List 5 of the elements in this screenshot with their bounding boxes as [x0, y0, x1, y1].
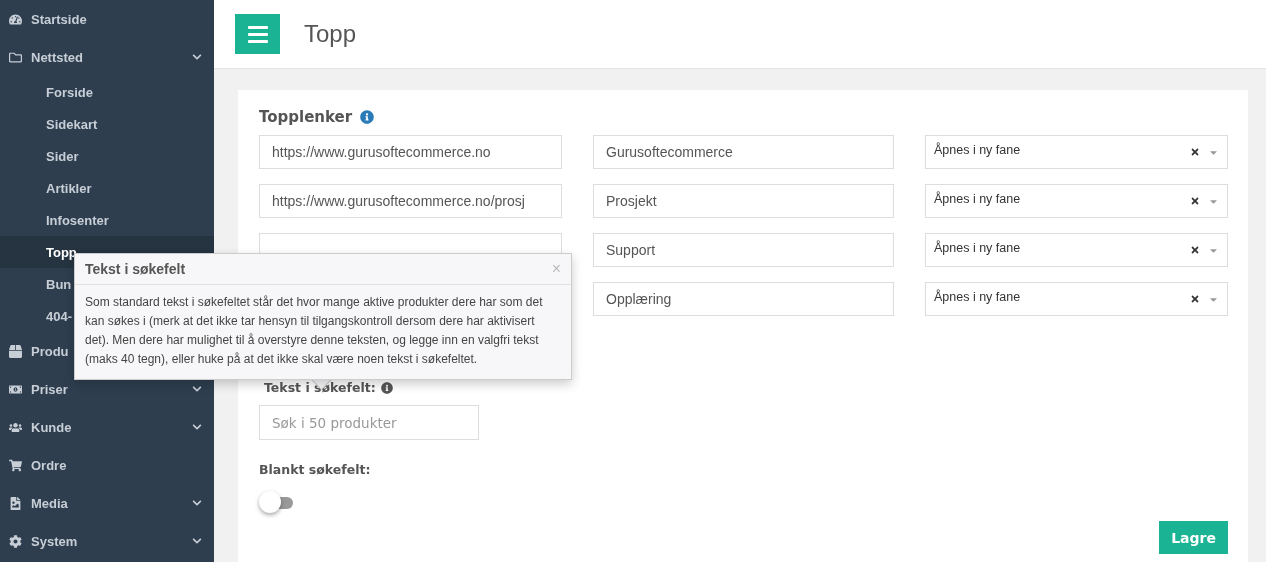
field-label: Blankt søkefelt: [259, 462, 372, 477]
popover-text: Som standard tekst i søkefeltet står det hvor mange aktive produkter dere har som det kan søkes i (merk at det ikke tar hensyn til tilgangskontroll dersom dere har aktivisert det). Men dere har mulighet til å overstyre denne teksten, og legge inn en valgfri tekst (maks 40 tegn), eller huke på at det ikke skal være noen tekst i søkefeltet. [84, 294, 544, 368]
page-title: Topp [304, 20, 357, 48]
field-label: Tekst i søkefelt: [264, 380, 376, 395]
section-title: Topplenker [259, 108, 353, 126]
